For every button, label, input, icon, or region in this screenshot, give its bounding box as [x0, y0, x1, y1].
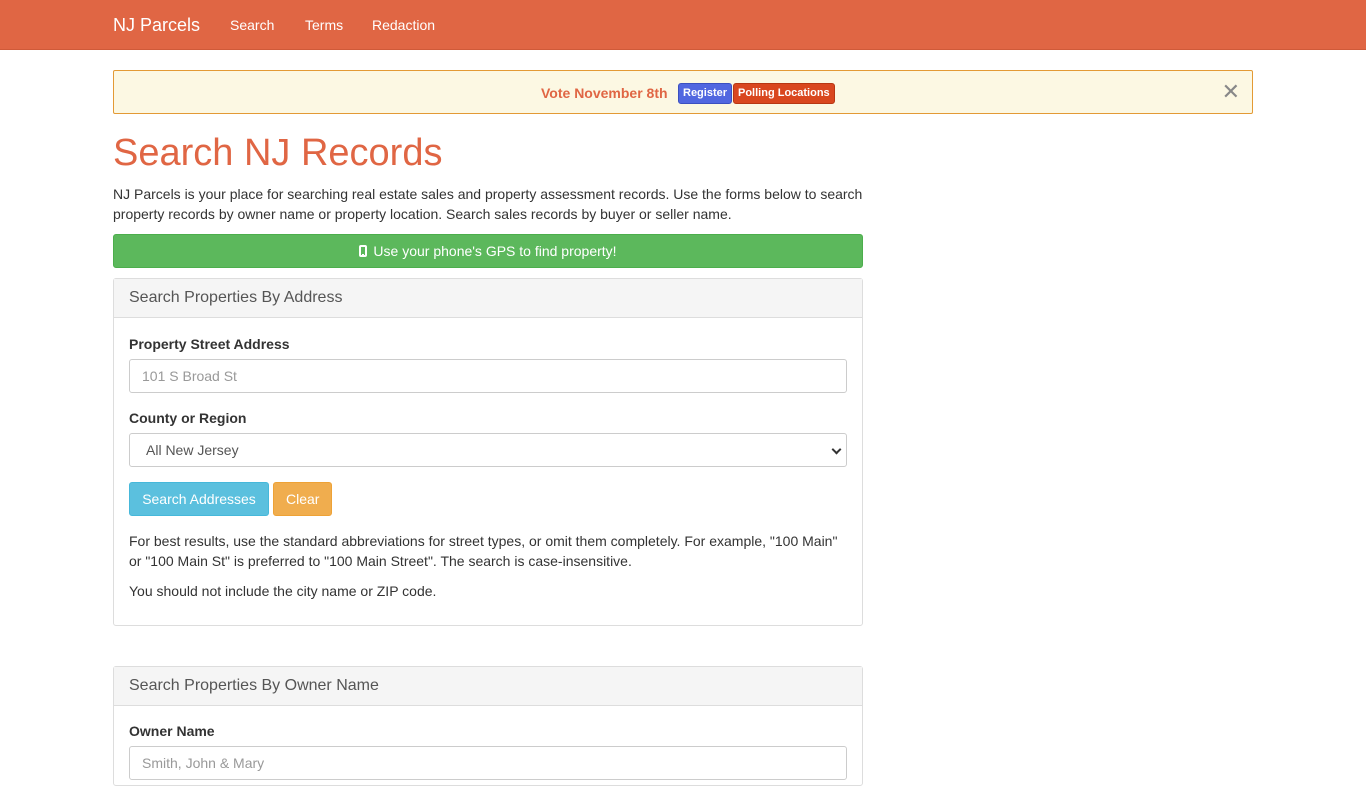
address-panel-heading: Search Properties By Address	[114, 279, 862, 318]
street-address-label: Property Street Address	[129, 336, 290, 352]
close-icon[interactable]: ✕	[1222, 80, 1240, 104]
brand-link[interactable]: NJ Parcels	[113, 14, 200, 36]
clear-button[interactable]: Clear	[273, 482, 332, 516]
nav-link-terms[interactable]: Terms	[305, 16, 343, 34]
page-title: Search NJ Records	[113, 132, 443, 174]
polling-locations-link[interactable]: Polling Locations	[733, 83, 835, 104]
owner-name-label: Owner Name	[129, 723, 215, 739]
county-selected-value: All New Jersey	[146, 442, 239, 458]
owner-name-input[interactable]: Smith, John & Mary	[129, 746, 847, 780]
owner-search-panel: Search Properties By Owner Name Owner Na…	[113, 666, 863, 786]
top-navbar: NJ Parcels Search Terms Redaction	[0, 0, 1366, 50]
gps-button-label: Use your phone's GPS to find property!	[373, 243, 617, 259]
mobile-phone-icon	[359, 245, 368, 257]
alert-message: Vote November 8th	[541, 85, 668, 101]
gps-button[interactable]: Use your phone's GPS to find property!	[113, 234, 863, 268]
nav-link-search[interactable]: Search	[230, 16, 274, 34]
address-search-panel: Search Properties By Address Property St…	[113, 278, 863, 626]
search-addresses-button[interactable]: Search Addresses	[129, 482, 269, 516]
county-label: County or Region	[129, 410, 247, 426]
address-help-note: You should not include the city name or …	[129, 583, 437, 599]
nav-link-redaction[interactable]: Redaction	[372, 16, 435, 34]
register-link[interactable]: Register	[678, 83, 733, 104]
intro-text: NJ Parcels is your place for searching r…	[113, 186, 863, 222]
street-address-input[interactable]: 101 S Broad St	[129, 359, 847, 393]
vote-alert: Vote November 8th Register Polling Locat…	[113, 70, 1253, 114]
address-help-text: For best results, use the standard abbre…	[129, 533, 838, 569]
owner-panel-heading: Search Properties By Owner Name	[114, 667, 862, 706]
county-select[interactable]: All New Jersey	[129, 433, 847, 467]
chevron-down-icon	[831, 444, 842, 455]
